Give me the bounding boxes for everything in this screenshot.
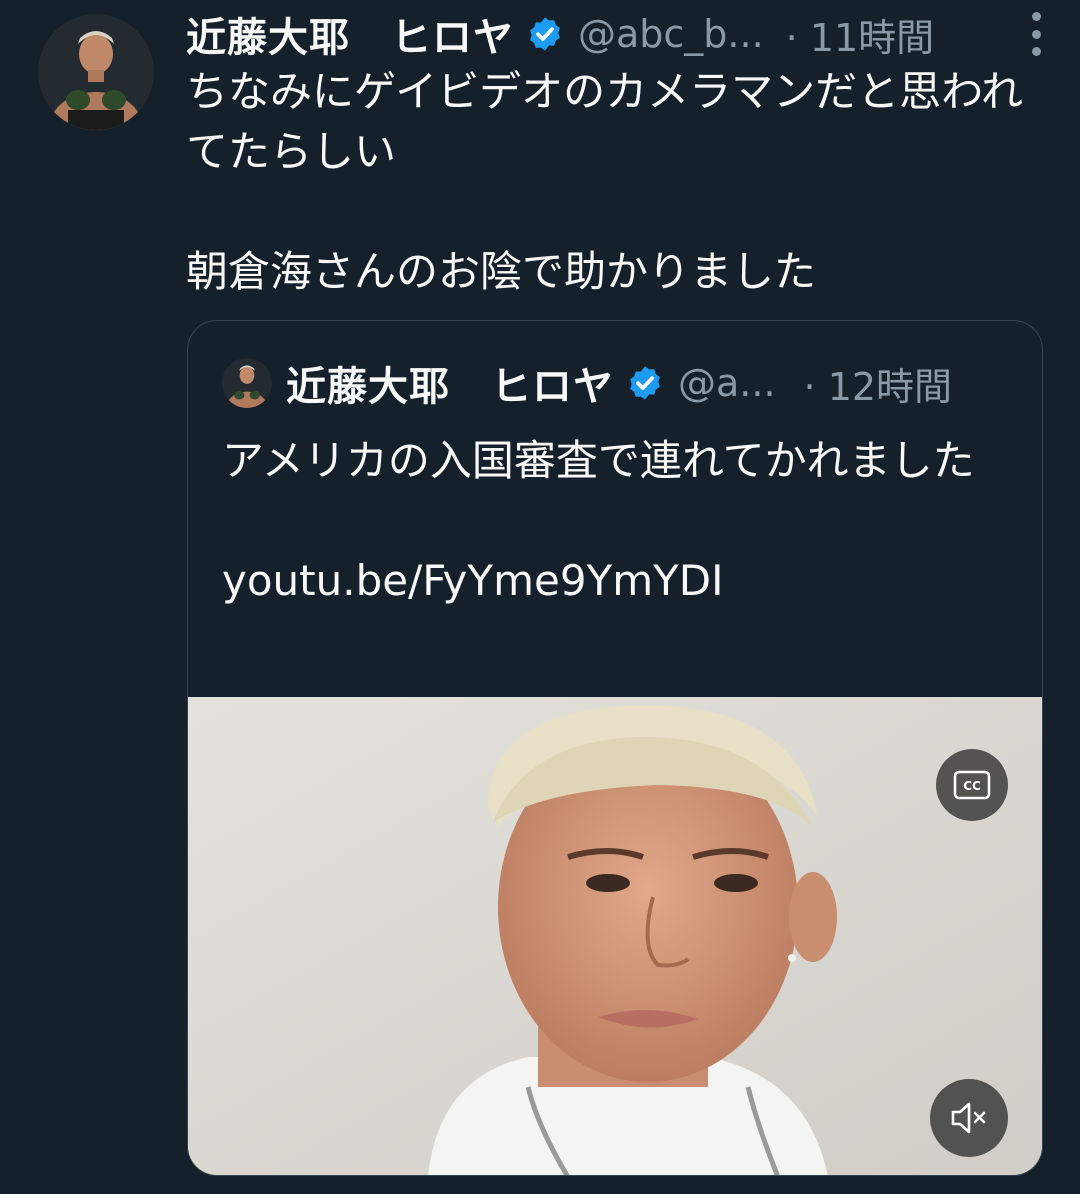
tweet-header: 近藤大耶 ヒロヤ @abc_b... · 11時間 (186, 6, 1046, 62)
verified-badge-icon (626, 364, 664, 402)
closed-captions-icon[interactable]: CC (936, 749, 1008, 821)
tweet-body: ちなみにゲイビデオのカメラマンだと思われてたらしい 朝倉海さんのお陰で助かりまし… (186, 62, 1056, 302)
quoted-author-display-name: 近藤大耶 ヒロヤ (286, 364, 614, 410)
quoted-tweet-body: アメリカの入国審査で連れてかれました youtu.be/FyYme9YmYDI (222, 431, 1012, 611)
quoted-author-handle: @a... (678, 361, 776, 405)
author-handle[interactable]: @abc_b... (578, 12, 764, 56)
volume-muted-icon[interactable] (930, 1079, 1008, 1157)
more-vertical-icon[interactable] (1022, 12, 1050, 56)
verified-badge-icon (526, 15, 564, 53)
tweet-text-line: ちなみにゲイビデオのカメラマンだと思われてたらしい (186, 67, 1024, 176)
author-avatar[interactable] (38, 14, 154, 130)
tweet-text-line: 朝倉海さんのお陰で助かりました (186, 247, 817, 296)
quoted-tweet[interactable]: 近藤大耶 ヒロヤ @a... · 12時間 アメリカの入国審査で連れてかれました… (187, 320, 1043, 1176)
quoted-author-avatar (222, 358, 272, 408)
tweet[interactable]: 近藤大耶 ヒロヤ @abc_b... · 11時間 ちなみにゲイビデオのカメラマ… (0, 0, 1080, 1194)
author-display-name[interactable]: 近藤大耶 ヒロヤ (186, 5, 514, 63)
quoted-tweet-timestamp: · 12時間 (803, 364, 953, 409)
quoted-tweet-link[interactable]: youtu.be/FyYme9YmYDI (222, 551, 1012, 611)
quoted-tweet-header: 近藤大耶 ヒロヤ @a... · 12時間 (222, 353, 1022, 413)
quoted-tweet-text-line: アメリカの入国審査で連れてかれました (222, 436, 975, 485)
video-frame (188, 697, 1042, 1175)
tweet-timestamp[interactable]: · 11時間 (786, 7, 935, 62)
svg-text:CC: CC (963, 779, 981, 793)
video-player[interactable]: CC (188, 697, 1042, 1175)
